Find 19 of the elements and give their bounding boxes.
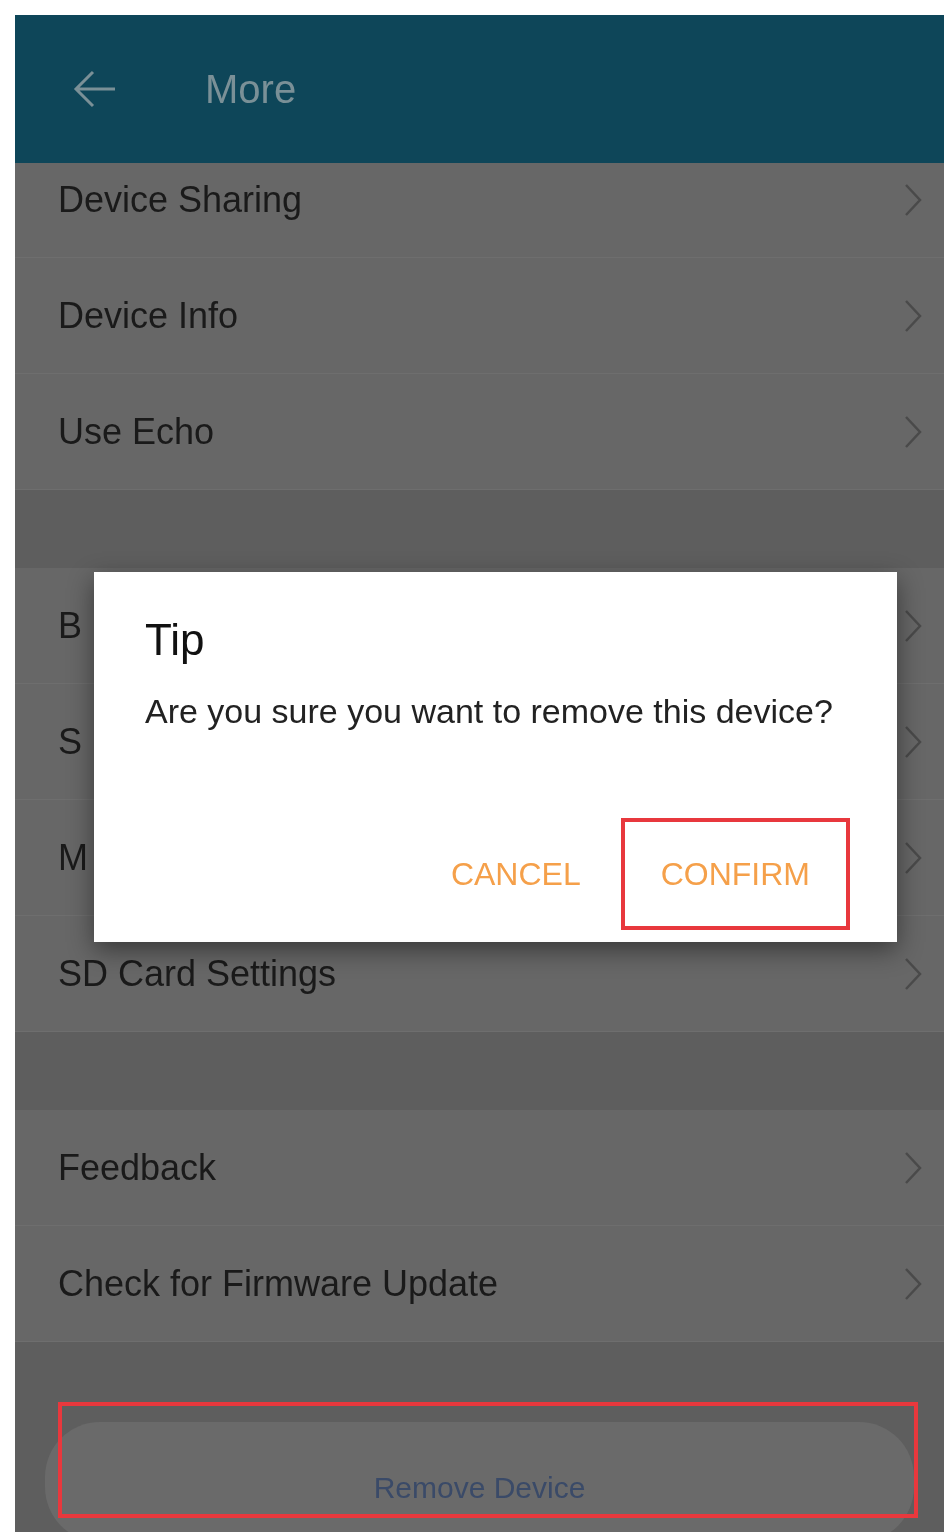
menu-item[interactable]: Use Echo	[15, 374, 944, 490]
chevron-right-icon	[904, 1266, 922, 1301]
chevron-right-icon	[904, 724, 922, 759]
chevron-right-icon	[904, 182, 922, 217]
chevron-right-icon	[904, 414, 922, 449]
menu-item[interactable]: Feedback	[15, 1110, 944, 1226]
dialog-title: Tip	[144, 614, 206, 662]
chevron-right-icon	[904, 1150, 922, 1185]
header-title: More	[205, 66, 297, 113]
menu-item[interactable]: Device Info	[15, 258, 944, 374]
chevron-right-icon	[904, 298, 922, 333]
dialog-button[interactable]: CONFIRM	[620, 818, 850, 930]
back-arrow-icon[interactable]	[73, 69, 117, 109]
chevron-right-icon	[904, 956, 922, 991]
chevron-right-icon	[904, 840, 922, 875]
menu-item[interactable]: Device Sharing	[15, 163, 944, 258]
menu-item[interactable]: Check for Firmware Update	[15, 1226, 944, 1342]
chevron-right-icon	[904, 608, 922, 643]
dialog-message: Are you sure you want to remove this device?	[144, 691, 834, 732]
